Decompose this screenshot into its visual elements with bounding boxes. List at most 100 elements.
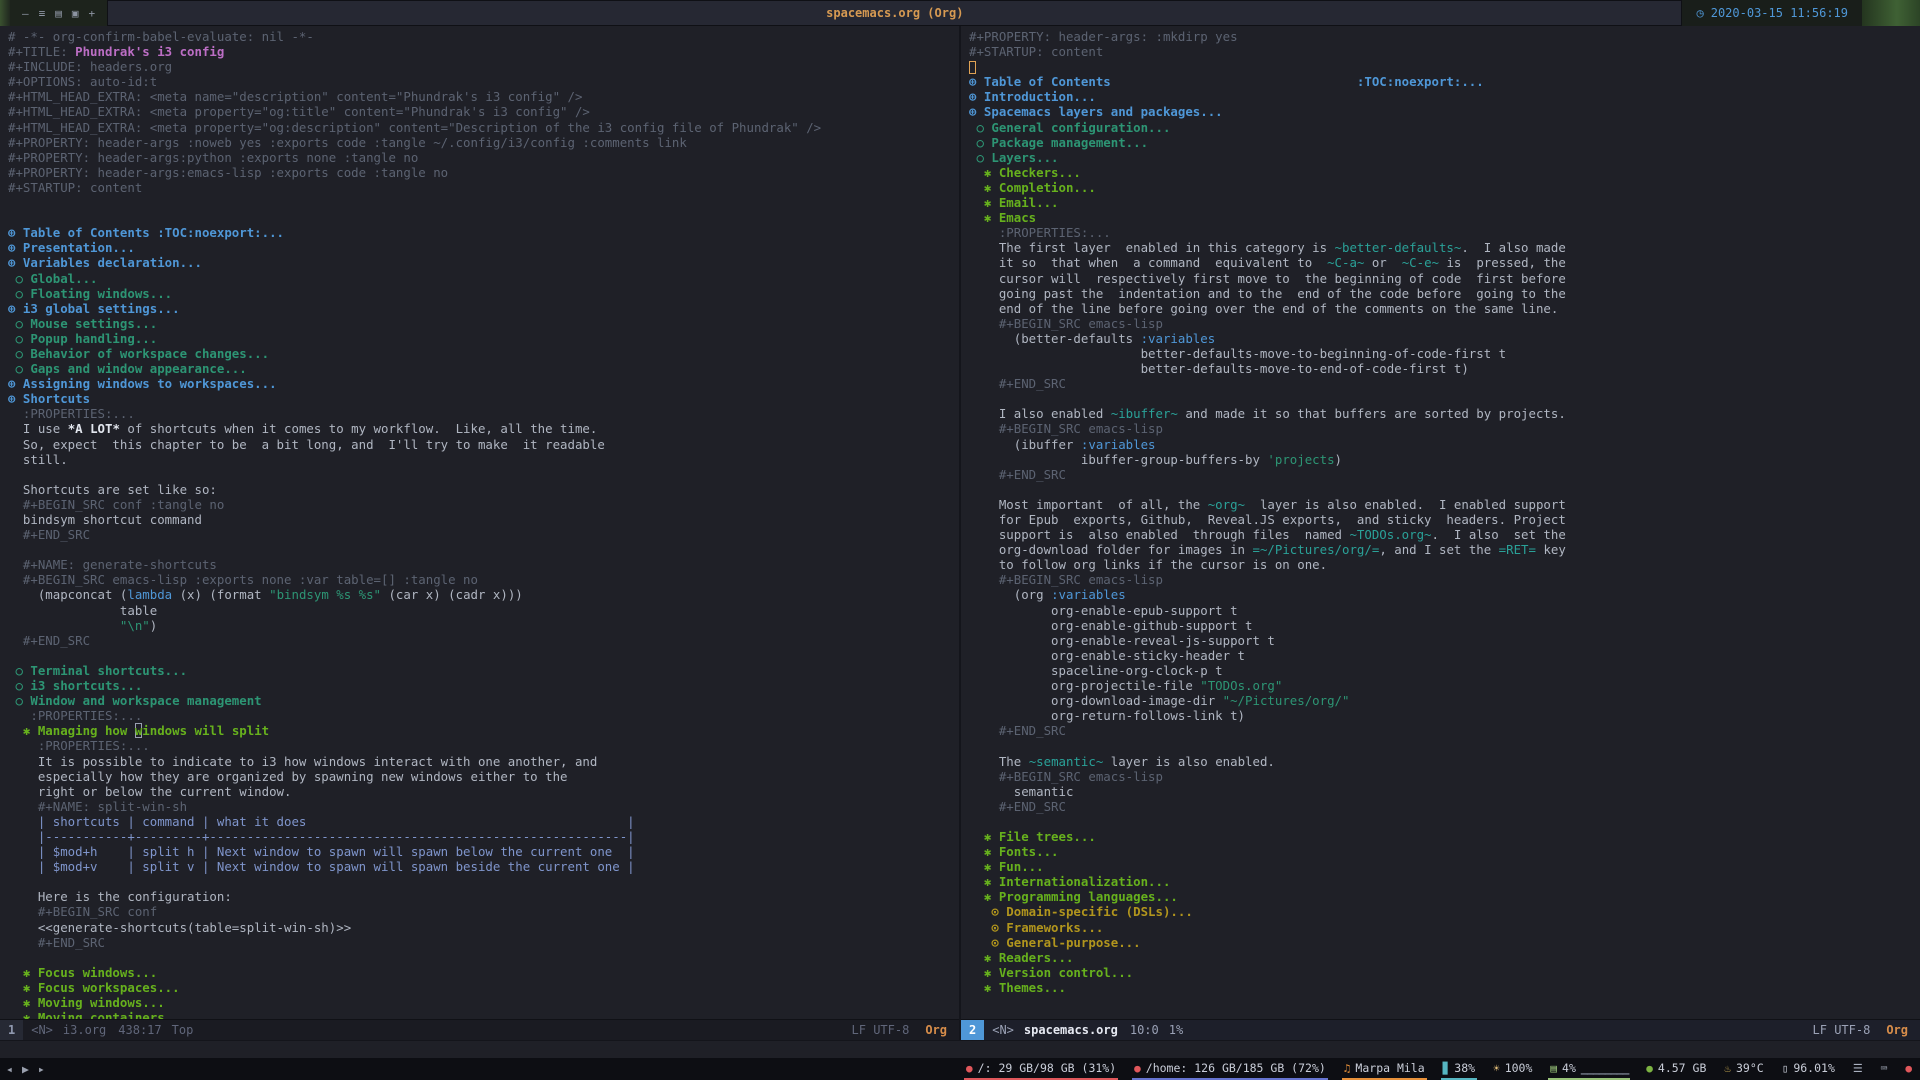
buffer-line[interactable]: ⊙ General-purpose... bbox=[969, 935, 1920, 950]
buffer-line[interactable]: ✱ Email... bbox=[969, 195, 1920, 210]
buffer-line[interactable]: ○ General configuration... bbox=[969, 120, 1920, 135]
buffer-line[interactable]: |-----------+---------+-----------------… bbox=[8, 829, 959, 844]
disk-root[interactable]: ● /: 29 GB/98 GB (31%) bbox=[964, 1058, 1119, 1080]
buffer-line[interactable]: ✱ Emacs bbox=[969, 210, 1920, 225]
left-modeline[interactable]: 1 <N> i3.org 438:17 Top LF UTF-8 Org bbox=[0, 1019, 959, 1040]
buffer-line[interactable]: Shortcuts are set like so: bbox=[8, 482, 959, 497]
temperature[interactable]: ♨ 39°C bbox=[1722, 1058, 1765, 1080]
buffer-line[interactable]: (better-defaults :variables bbox=[969, 331, 1920, 346]
buffer-line[interactable]: ⊕ Shortcuts bbox=[8, 391, 959, 406]
buffer-line[interactable]: :PROPERTIES:... bbox=[969, 225, 1920, 240]
buffer-line[interactable]: ○ Gaps and window appearance... bbox=[8, 361, 959, 376]
buffer-line[interactable] bbox=[969, 59, 1920, 75]
buffer-line[interactable]: ibuffer-group-buffers-by 'projects) bbox=[969, 452, 1920, 467]
buffer-line[interactable]: org-enable-sticky-header t bbox=[969, 648, 1920, 663]
buffer-line[interactable]: The ~semantic~ layer is also enabled. bbox=[969, 754, 1920, 769]
buffer-line[interactable]: ✱ Fonts... bbox=[969, 844, 1920, 859]
battery[interactable]: ▯ 96.01% bbox=[1780, 1058, 1837, 1080]
buffer-line[interactable]: #+STARTUP: content bbox=[8, 180, 959, 195]
buffer-line[interactable]: #+BEGIN_SRC emacs-lisp bbox=[969, 769, 1920, 784]
buffer-line[interactable]: #+END_SRC bbox=[8, 527, 959, 542]
buffer-line[interactable]: #+PROPERTY: header-args: :mkdirp yes bbox=[969, 29, 1920, 44]
window-layout-icon[interactable]: ≡ bbox=[39, 7, 46, 20]
buffer-line[interactable]: org-enable-reveal-js-support t bbox=[969, 633, 1920, 648]
buffer-line[interactable]: spaceline-org-clock-p t bbox=[969, 663, 1920, 678]
buffer-line[interactable]: #+TITLE: Phundrak's i3 config bbox=[8, 44, 959, 59]
cpu[interactable]: ▤ 4% ▁▁▁▁▁▁▁▁ bbox=[1548, 1058, 1631, 1080]
window-layout-icon[interactable]: ▣ bbox=[72, 7, 79, 20]
buffer-line[interactable]: (ibuffer :variables bbox=[969, 437, 1920, 452]
right-modeline[interactable]: 2 <N> spacemacs.org 10:0 1% LF UTF-8 Org bbox=[961, 1019, 1920, 1040]
disk-home[interactable]: ● /home: 126 GB/185 GB (72%) bbox=[1132, 1058, 1328, 1080]
buffer-line[interactable]: #+END_SRC bbox=[8, 935, 959, 950]
buffer-line[interactable]: I also enabled ~ibuffer~ and made it so … bbox=[969, 406, 1920, 421]
buffer-line[interactable] bbox=[969, 814, 1920, 829]
buffer-line[interactable]: ✱ Moving windows... bbox=[8, 995, 959, 1010]
buffer-line[interactable]: #+HTML_HEAD_EXTRA: <meta property="og:ti… bbox=[8, 104, 959, 119]
buffer-line[interactable]: ⊕ Table of Contents :TOC:noexport:... bbox=[8, 225, 959, 240]
buffer-line[interactable]: #+OPTIONS: auto-id:t bbox=[8, 74, 959, 89]
buffer-line[interactable]: It is possible to indicate to i3 how win… bbox=[8, 754, 959, 769]
memory[interactable]: ● 4.57 GB bbox=[1644, 1058, 1708, 1080]
buffer-line[interactable]: #+END_SRC bbox=[969, 799, 1920, 814]
buffer-line[interactable]: #+INCLUDE: headers.org bbox=[8, 59, 959, 74]
buffer-line[interactable]: #+BEGIN_SRC emacs-lisp bbox=[969, 316, 1920, 331]
buffer-line[interactable]: support is also enabled through files na… bbox=[969, 527, 1920, 542]
buffer-line[interactable]: #+HTML_HEAD_EXTRA: <meta name="descripti… bbox=[8, 89, 959, 104]
buffer-line[interactable] bbox=[8, 195, 959, 210]
buffer-line[interactable]: | shortcuts | command | what it does | bbox=[8, 814, 959, 829]
buffer-line[interactable]: ✱ Readers... bbox=[969, 950, 1920, 965]
buffer-line[interactable]: ○ Floating windows... bbox=[8, 286, 959, 301]
buffer-line[interactable]: better-defaults-move-to-end-of-code-firs… bbox=[969, 361, 1920, 376]
buffer-line[interactable]: #+END_SRC bbox=[969, 376, 1920, 391]
buffer-line[interactable] bbox=[8, 467, 959, 482]
buffer-line[interactable]: ○ Terminal shortcuts... bbox=[8, 663, 959, 678]
buffer-line[interactable]: ✱ Moving containers... bbox=[8, 1010, 959, 1019]
buffer-line[interactable]: especially how they are organized by spa… bbox=[8, 769, 959, 784]
buffer-line[interactable]: semantic bbox=[969, 784, 1920, 799]
buffer-line[interactable]: #+END_SRC bbox=[969, 467, 1920, 482]
buffer-line[interactable]: So, expect this chapter to be a bit long… bbox=[8, 437, 959, 452]
buffer-line[interactable]: for Epub exports, Github, Reveal.JS expo… bbox=[969, 512, 1920, 527]
window-layout-icon[interactable]: + bbox=[89, 7, 96, 20]
buffer-line[interactable] bbox=[8, 542, 959, 557]
music-player[interactable]: ♫ Marpa Mila bbox=[1341, 1058, 1427, 1080]
buffer-line[interactable]: # -*- org-confirm-babel-evaluate: nil -*… bbox=[8, 29, 959, 44]
buffer-line[interactable]: #+PROPERTY: header-args:emacs-lisp :expo… bbox=[8, 165, 959, 180]
buffer-line[interactable]: end of the line before going over the en… bbox=[969, 301, 1920, 316]
buffer-line[interactable]: ○ Popup handling... bbox=[8, 331, 959, 346]
buffer-line[interactable]: org-return-follows-link t) bbox=[969, 708, 1920, 723]
buffer-line[interactable]: ○ i3 shortcuts... bbox=[8, 678, 959, 693]
buffer-line[interactable]: still. bbox=[8, 452, 959, 467]
power[interactable]: ● bbox=[1903, 1058, 1914, 1080]
buffer-line[interactable]: ✱ Focus workspaces... bbox=[8, 980, 959, 995]
buffer-line[interactable]: :PROPERTIES:... bbox=[8, 738, 959, 753]
tray-keyboard[interactable]: ⌨ bbox=[1879, 1058, 1890, 1080]
buffer-line[interactable]: <<generate-shortcuts(table=split-win-sh)… bbox=[8, 920, 959, 935]
buffer-line[interactable]: ⊕ Assigning windows to workspaces... bbox=[8, 376, 959, 391]
previous-track-icon[interactable]: ◂ bbox=[6, 1062, 13, 1076]
buffer-line[interactable]: org-enable-epub-support t bbox=[969, 603, 1920, 618]
buffer-line[interactable]: I use *A LOT* of shortcuts when it comes… bbox=[8, 421, 959, 436]
buffer-line[interactable]: #+PROPERTY: header-args :noweb yes :expo… bbox=[8, 135, 959, 150]
buffer-line[interactable]: :PROPERTIES:... bbox=[8, 406, 959, 421]
buffer-line[interactable]: #+BEGIN_SRC emacs-lisp bbox=[969, 421, 1920, 436]
buffer-line[interactable]: ○ Behavior of workspace changes... bbox=[8, 346, 959, 361]
buffer-line[interactable]: ⊕ Introduction... bbox=[969, 89, 1920, 104]
buffer-line[interactable]: ✱ Themes... bbox=[969, 980, 1920, 995]
buffer-line[interactable]: ✱ Programming languages... bbox=[969, 889, 1920, 904]
buffer-line[interactable]: ○ Layers... bbox=[969, 150, 1920, 165]
buffer-line[interactable] bbox=[969, 391, 1920, 406]
buffer-line[interactable]: #+BEGIN_SRC conf :tangle no bbox=[8, 497, 959, 512]
buffer-line[interactable]: ○ Global... bbox=[8, 271, 959, 286]
buffer-line[interactable] bbox=[8, 874, 959, 889]
echo-area[interactable] bbox=[0, 1040, 1920, 1058]
buffer-line[interactable]: #+END_SRC bbox=[969, 723, 1920, 738]
buffer-line[interactable]: ✱ Completion... bbox=[969, 180, 1920, 195]
buffer-line[interactable]: table bbox=[8, 603, 959, 618]
buffer-line[interactable]: ○ Window and workspace management bbox=[8, 693, 959, 708]
buffer-line[interactable]: | $mod+v | split v | Next window to spaw… bbox=[8, 859, 959, 874]
buffer-line[interactable]: ✱ Managing how windows will split bbox=[8, 723, 959, 738]
buffer-line[interactable]: right or below the current window. bbox=[8, 784, 959, 799]
buffer-line[interactable]: going past the indentation and to the en… bbox=[969, 286, 1920, 301]
